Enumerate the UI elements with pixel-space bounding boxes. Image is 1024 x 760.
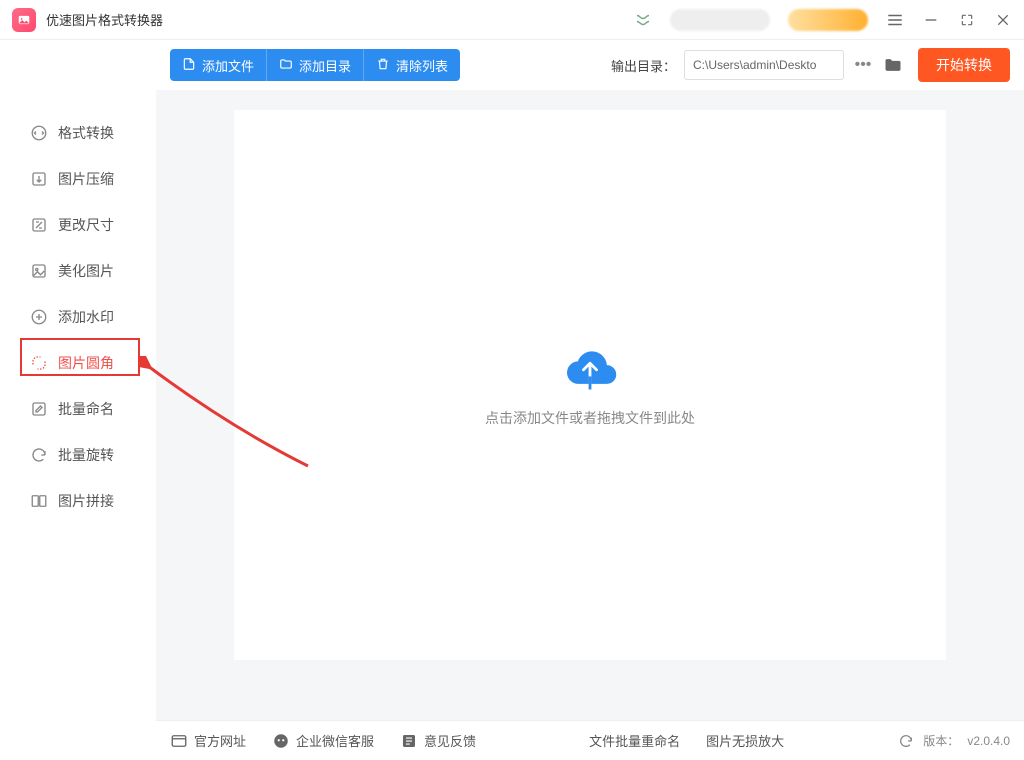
toolbar: 添加文件 添加目录 清除列表 输出目录： ••• 开始转换 (156, 40, 1024, 90)
button-label: 添加目录 (299, 56, 351, 75)
sidebar-item-label: 批量旋转 (58, 445, 114, 465)
button-label: 添加文件 (202, 56, 254, 75)
compress-icon (30, 170, 48, 188)
sidebar-item-round-corner[interactable]: 图片圆角 (0, 340, 156, 386)
beautify-icon (30, 262, 48, 280)
folder-icon (279, 57, 293, 74)
support-icon (272, 732, 290, 750)
open-folder-button[interactable] (878, 50, 908, 80)
sidebar-item-label: 图片圆角 (58, 353, 114, 373)
drop-hint-text: 点击添加文件或者拖拽文件到此处 (485, 408, 695, 428)
sidebar-item-label: 美化图片 (58, 261, 114, 281)
official-site-link[interactable]: 官方网址 (170, 731, 246, 750)
website-icon (170, 732, 188, 750)
wechat-support-link[interactable]: 企业微信客服 (272, 731, 374, 750)
file-icon (182, 57, 196, 74)
round-corner-icon (30, 354, 48, 372)
maximize-button[interactable] (958, 11, 976, 29)
sidebar-item-label: 更改尺寸 (58, 215, 114, 235)
version-info: 版本： v2.0.4.0 (897, 732, 1010, 750)
version-value: v2.0.4.0 (967, 734, 1010, 748)
watermark-icon (30, 308, 48, 326)
batch-rename-link[interactable]: 文件批量重命名 (589, 731, 680, 750)
refresh-icon[interactable] (897, 732, 915, 750)
sidebar-item-label: 格式转换 (58, 123, 114, 143)
resize-icon (30, 216, 48, 234)
sidebar-item-beautify[interactable]: 美化图片 (0, 248, 156, 294)
add-file-button[interactable]: 添加文件 (170, 49, 266, 81)
titlebar: 优速图片格式转换器 (0, 0, 1024, 40)
sidebar-item-compress[interactable]: 图片压缩 (0, 156, 156, 202)
close-button[interactable] (994, 11, 1012, 29)
browse-button[interactable]: ••• (848, 50, 878, 80)
convert-icon (30, 124, 48, 142)
output-dir-input[interactable] (684, 50, 844, 80)
sidebar-item-resize[interactable]: 更改尺寸 (0, 202, 156, 248)
sidebar: 格式转换 图片压缩 更改尺寸 美化图片 添加水印 图片圆角 批量命名 批量旋转 (0, 40, 156, 720)
footer-label: 文件批量重命名 (589, 731, 680, 750)
blurred-badge (788, 9, 868, 31)
toolbar-button-group: 添加文件 添加目录 清除列表 (170, 49, 460, 81)
content-area: 添加文件 添加目录 清除列表 输出目录： ••• 开始转换 (156, 40, 1024, 720)
footer-label: 意见反馈 (424, 731, 476, 750)
output-dir-label: 输出目录： (611, 56, 676, 75)
drop-zone[interactable]: 点击添加文件或者拖拽文件到此处 (234, 110, 946, 660)
sidebar-item-label: 图片拼接 (58, 491, 114, 511)
footer-label: 官方网址 (194, 731, 246, 750)
feedback-link[interactable]: 意见反馈 (400, 731, 476, 750)
add-folder-button[interactable]: 添加目录 (266, 49, 363, 81)
sidebar-item-watermark[interactable]: 添加水印 (0, 294, 156, 340)
button-label: 清除列表 (396, 56, 448, 75)
sidebar-item-label: 图片压缩 (58, 169, 114, 189)
sidebar-item-batch-rotate[interactable]: 批量旋转 (0, 432, 156, 478)
stitch-icon (30, 492, 48, 510)
app-title: 优速图片格式转换器 (46, 10, 163, 29)
version-label: 版本： (923, 732, 959, 749)
app-logo-icon (12, 8, 36, 32)
rotate-icon (30, 446, 48, 464)
cloud-upload-icon (560, 342, 620, 392)
app-mark-icon (634, 11, 652, 29)
clear-list-button[interactable]: 清除列表 (363, 49, 460, 81)
button-label: 开始转换 (936, 55, 992, 75)
sidebar-item-stitch[interactable]: 图片拼接 (0, 478, 156, 524)
sidebar-item-format-convert[interactable]: 格式转换 (0, 110, 156, 156)
sidebar-item-label: 添加水印 (58, 307, 114, 327)
trash-icon (376, 57, 390, 74)
rename-icon (30, 400, 48, 418)
footer-label: 图片无损放大 (706, 731, 784, 750)
minimize-button[interactable] (922, 11, 940, 29)
menu-icon[interactable] (886, 11, 904, 29)
footer-label: 企业微信客服 (296, 731, 374, 750)
sidebar-item-label: 批量命名 (58, 399, 114, 419)
feedback-icon (400, 732, 418, 750)
footer: 官方网址 企业微信客服 意见反馈 文件批量重命名 图片无损放大 版本： v2.0… (156, 720, 1024, 760)
blurred-label (670, 9, 770, 31)
lossless-zoom-link[interactable]: 图片无损放大 (706, 731, 784, 750)
sidebar-item-batch-rename[interactable]: 批量命名 (0, 386, 156, 432)
start-convert-button[interactable]: 开始转换 (918, 48, 1010, 82)
